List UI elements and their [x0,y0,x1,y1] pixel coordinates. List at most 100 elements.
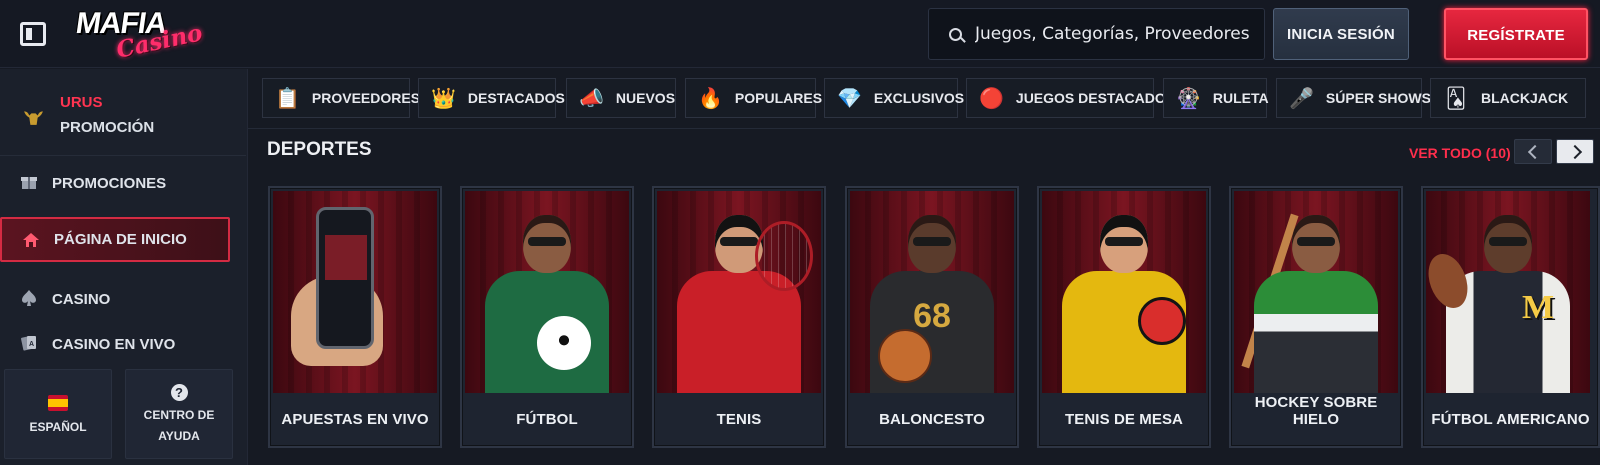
search-input[interactable] [975,24,1255,44]
top-navigation-bar: MAFIA Casino INICIA SESIÓN REGÍSTRATE [0,0,1600,68]
sport-card-label: HOCKEY SOBRE HIELO [1254,394,1378,428]
sport-card-label: APUESTAS EN VIVO [281,411,429,428]
sport-card-american-football[interactable]: M FÚTBOL AMERICANO [1421,186,1600,448]
mafia-casino-logo[interactable]: MAFIA Casino [74,7,205,64]
sport-card-football[interactable]: FÚTBOL [460,186,634,448]
roulette-icon: 🎡 [1176,86,1201,110]
live-betting-card-image [273,191,437,393]
login-button[interactable]: INICIA SESIÓN [1273,8,1409,60]
category-exclusive[interactable]: 💎 EXCLUSIVOS [824,78,964,118]
sidebar-item-promotions[interactable]: PROMOCIONES [0,161,246,205]
sport-card-basketball[interactable]: 68 BALONCESTO [845,186,1019,448]
basketball-card-image: 68 [850,191,1014,393]
category-roulette[interactable]: 🎡 RULETA [1163,78,1269,118]
sunglasses-illustration [1489,237,1527,246]
ice-hockey-card-image [1234,191,1398,393]
view-all-link[interactable]: VER TODO (10) [1409,145,1511,161]
sidebar-item-label: CASINO [52,290,111,308]
search-box[interactable] [928,8,1265,60]
diamond-icon: 💎 [837,86,862,110]
category-featured[interactable]: 👑 DESTACADOS [418,78,565,118]
help-icon: ? [170,384,188,401]
promo-title: URUS [60,94,103,111]
category-label: SÚPER SHOWS [1325,90,1431,106]
table-tennis-card-image [1042,191,1206,393]
search-icon [949,27,962,41]
fire-icon: 🔥 [698,86,723,110]
sidebar-item-label: PROMOCIONES [52,174,167,192]
chip-icon: 🔴 [979,86,1004,110]
category-label: JUEGOS DESTACADOS [1015,90,1176,106]
tennis-racket-icon [755,221,813,291]
sport-card-label: TENIS DE MESA [1065,411,1183,428]
urus-promo-link[interactable]: URUS PROMOCIÓN [18,89,230,149]
register-button[interactable]: REGÍSTRATE [1444,8,1588,60]
bull-icon [24,111,43,125]
player-body-illustration [1254,271,1378,393]
table-tennis-paddle-icon [1138,297,1186,345]
spain-flag-icon [48,395,68,411]
category-label: NUEVOS [615,90,676,106]
sunglasses-illustration [720,237,758,246]
spade-icon [22,290,36,306]
basketball-icon [878,329,932,383]
sidebar: URUS PROMOCIÓN PROMOCIONES PÁGINA DE INI… [0,69,248,465]
category-providers[interactable]: 📋 PROVEEDORES [262,78,420,118]
gift-icon [21,177,37,189]
category-label: RULETA [1212,90,1269,106]
crown-icon: 👑 [431,86,456,110]
sidebar-toggle-icon[interactable] [20,22,46,46]
providers-icon: 📋 [275,86,300,110]
playing-cards-icon: 🂡 [1445,86,1467,110]
megaphone-icon: 📣 [579,86,604,110]
language-label: ESPAÑOL [29,420,87,434]
sport-card-live-betting[interactable]: APUESTAS EN VIVO [268,186,442,448]
category-featured-games[interactable]: 🔴 JUEGOS DESTACADOS [966,78,1175,118]
cards-icon: A [21,336,36,351]
sport-card-tennis[interactable]: TENIS [652,186,826,448]
sport-card-ice-hockey[interactable]: HOCKEY SOBRE HIELO [1229,186,1403,448]
category-label: PROVEEDORES [311,90,421,106]
sidebar-item-live-casino[interactable]: A CASINO EN VIVO [0,322,246,366]
promo-subtitle: PROMOCIÓN [60,119,155,136]
sidebar-divider [0,155,246,156]
language-selector[interactable]: ESPAÑOL [4,369,112,459]
varsity-letter: M [1522,289,1555,326]
carousel-previous-button[interactable] [1514,139,1552,164]
football-card-image [465,191,629,393]
sidebar-item-casino[interactable]: CASINO [0,277,246,321]
category-label: DESTACADOS [467,90,565,106]
help-center-button[interactable]: ? CENTRO DE AYUDA [125,369,233,459]
sport-card-label: FÚTBOL [516,411,578,428]
home-icon [23,233,39,247]
svg-text:A: A [29,341,34,348]
sport-card-label: TENIS [716,411,762,428]
category-super-shows[interactable]: 🎤 SÚPER SHOWS [1276,78,1431,118]
microphone-icon: 🎤 [1289,86,1314,110]
jersey-number: 68 [913,297,951,335]
category-blackjack[interactable]: 🂡 BLACKJACK [1430,78,1586,118]
soccer-ball-icon [537,316,591,370]
sidebar-item-label: PÁGINA DE INICIO [54,231,187,248]
sport-card-table-tennis[interactable]: TENIS DE MESA [1037,186,1211,448]
american-football-card-image: M [1426,191,1590,393]
category-label: EXCLUSIVOS [873,90,965,106]
carousel-next-button[interactable] [1556,139,1594,164]
sport-card-label: BALONCESTO [879,411,985,428]
category-new[interactable]: 📣 NUEVOS [566,78,676,118]
sport-card-label: FÚTBOL AMERICANO [1431,411,1590,428]
help-label: CENTRO DE AYUDA [143,408,215,443]
category-label: POPULARES [734,90,823,106]
sunglasses-illustration [913,237,951,246]
phone-illustration [316,207,374,349]
category-popular[interactable]: 🔥 POPULARES [685,78,822,118]
casino-app: MAFIA Casino INICIA SESIÓN REGÍSTRATE UR… [0,0,1600,465]
category-bar: 📋 PROVEEDORES 👑 DESTACADOS 📣 NUEVOS 🔥 POPULA… [248,69,1600,129]
category-label: BLACKJACK [1481,90,1569,106]
sunglasses-illustration [1105,237,1143,246]
sunglasses-illustration [1297,237,1335,246]
section-title: DEPORTES [267,139,372,160]
sidebar-item-home[interactable]: PÁGINA DE INICIO [0,217,230,262]
sidebar-item-label: CASINO EN VIVO [52,335,176,353]
tennis-card-image [657,191,821,393]
